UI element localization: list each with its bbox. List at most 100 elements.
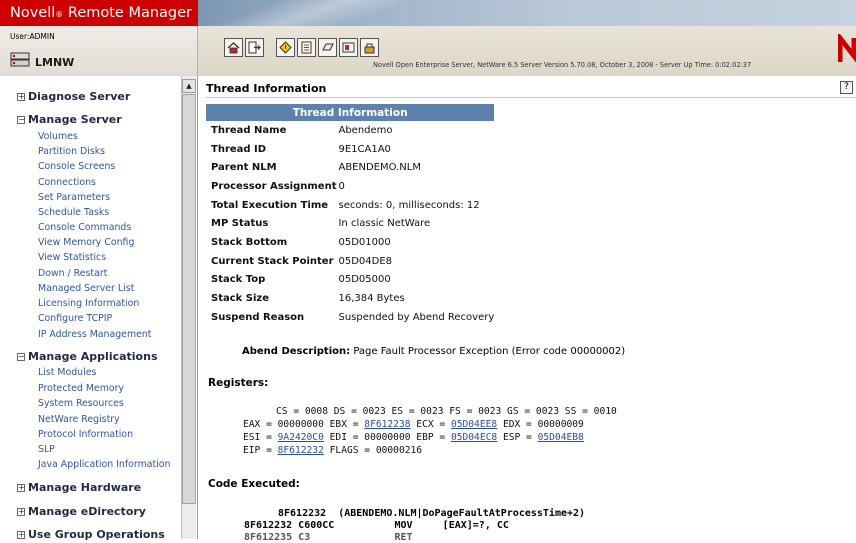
section-label: Manage Hardware [28,481,142,494]
register-text: ESI = [243,432,278,443]
sidebar-section-manage-edirectory[interactable]: + Manage eDirectory [17,505,146,518]
register-text: EDX = 00000009 [497,419,584,430]
table-row: Stack Bottom 05D01000 [206,233,494,252]
register-text: ESP = [497,432,538,443]
expand-icon[interactable]: + [17,531,25,539]
esp-link[interactable]: 05D04EB8 [538,432,584,443]
console-icon[interactable] [339,38,358,57]
toolbar-group-tools [276,38,379,58]
sidebar-item-configure-tcpip[interactable]: Configure TCPIP [38,313,112,324]
row-value: 0 [338,180,345,192]
thread-info-table: Thread Information Thread Name Abendemo T… [206,104,495,327]
row-key: Stack Top [211,274,266,286]
row-key: Current Stack Pointer [211,255,334,267]
register-line-esi: ESI = 9A2420C0 EDI = 00000000 EBP = 05D0… [243,432,584,443]
row-value: 05D04DE8 [338,255,393,267]
register-text: EAX = 00000000 EBX = [243,419,365,430]
sidebar-item-connections[interactable]: Connections [38,177,96,188]
section-label: Manage eDirectory [28,505,146,518]
help-icon[interactable]: ? [840,81,853,94]
sidebar-item-netware-registry[interactable]: NetWare Registry [38,414,120,425]
sidebar-item-schedule-tasks[interactable]: Schedule Tasks [38,207,109,218]
table-row: Suspend Reason Suspended by Abend Recover… [206,308,494,327]
register-text: EIP = [243,445,278,456]
sidebar-item-java-application-information[interactable]: Java Application Information [38,459,170,470]
server-info: Novell Open Enterprise Server, NetWare 6… [373,61,752,69]
sidebar-section-manage-hardware[interactable]: + Manage Hardware [17,481,141,494]
sidebar-item-ip-address-management[interactable]: IP Address Management [38,329,151,340]
sidebar-section-manage-applications[interactable]: − Manage Applications [17,350,158,363]
ecx-link[interactable]: 05D04EE8 [451,419,497,430]
row-key: Thread ID [211,143,267,155]
collapse-icon[interactable]: − [17,116,25,124]
register-line-eax: EAX = 00000000 EBX = 8F612238 ECX = 05D0… [243,419,584,430]
row-key: Parent NLM [211,162,277,174]
row-key: MP Status [211,218,269,230]
sidebar-item-list-modules[interactable]: List Modules [38,367,96,378]
expand-icon[interactable]: + [17,484,25,492]
sidebar-item-set-parameters[interactable]: Set Parameters [38,192,110,203]
table-row: Stack Top 05D05000 [206,271,494,290]
row-value: seconds: 0, milliseconds: 12 [338,199,480,211]
sidebar-section-manage-server[interactable]: − Manage Server [17,113,122,126]
sidebar-item-licensing-information[interactable]: Licensing Information [38,298,139,309]
sidebar-item-down-restart[interactable]: Down / Restart [38,268,107,279]
eip-link[interactable]: 8F612232 [278,445,324,456]
server-icon [10,52,30,67]
sidebar-item-view-statistics[interactable]: View Statistics [38,252,106,263]
row-key: Total Execution Time [211,199,329,211]
register-line-segments: CS = 0008 DS = 0023 ES = 0023 FS = 0023 … [276,406,617,417]
section-label: Manage Server [28,113,122,126]
sidebar-item-console-screens[interactable]: Console Screens [38,161,115,172]
sidebar-item-volumes[interactable]: Volumes [38,131,78,142]
row-value: 9E1CA1A0 [338,143,391,155]
sidebar-item-managed-server-list[interactable]: Managed Server List [38,283,134,294]
config-icon[interactable] [297,38,316,57]
sidebar-section-use-group-operations[interactable]: + Use Group Operations [17,528,165,541]
row-key: Suspend Reason [211,311,305,323]
table-header: Thread Information [206,104,495,121]
brand-logo[interactable]: Novell® Remote Manager [0,0,198,26]
row-key: Stack Size [211,293,270,305]
brand-suffix: Remote Manager [63,5,193,21]
row-value: ABENDEMO.NLM [338,162,421,174]
row-value: Abendemo [338,124,393,136]
banner-swoosh [198,0,398,26]
sidebar-item-partition-disks[interactable]: Partition Disks [38,146,105,157]
volume-icon[interactable] [318,38,337,57]
abend-value: Page Fault Processor Exception (Error co… [353,346,626,357]
table-row: Parent NLM ABENDEMO.NLM [206,158,494,177]
table-row: Processor Assignment 0 [206,177,494,196]
table-row: Current Stack Pointer 05D04DE8 [206,252,494,271]
novell-logo-icon [838,34,856,63]
sidebar-section-diagnose-server[interactable]: + Diagnose Server [17,90,130,103]
expand-icon[interactable]: + [17,93,25,101]
esi-link[interactable]: 9A2420C0 [278,432,324,443]
section-label: Use Group Operations [28,528,165,541]
section-label: Manage Applications [28,350,158,363]
section-label: Diagnose Server [28,90,131,103]
health-icon[interactable] [276,38,295,57]
collapse-icon[interactable]: − [17,353,25,361]
toolbar-group-nav [224,38,264,58]
ebx-link[interactable]: 8F612238 [364,419,410,430]
scroll-up-arrow-icon[interactable]: ▲ [182,79,196,93]
code-executed-label: Code Executed: [208,478,300,490]
row-key: Stack Bottom [211,236,288,248]
table-row: Total Execution Time seconds: 0, millisec… [206,196,494,215]
scroll-thumb[interactable] [182,94,196,504]
sidebar-item-protected-memory[interactable]: Protected Memory [38,383,124,394]
sidebar-item-protocol-information[interactable]: Protocol Information [38,429,133,440]
home-icon[interactable] [224,38,243,57]
sidebar-item-console-commands[interactable]: Console Commands [38,222,131,233]
ebp-link[interactable]: 05D04EC8 [451,432,497,443]
server-name[interactable]: LMNW [35,56,74,69]
admin-icon[interactable] [360,38,379,57]
exit-icon[interactable] [245,38,264,57]
sidebar-scrollbar[interactable]: ▲ [181,76,196,539]
sidebar-item-slp[interactable]: SLP [38,444,55,455]
abend-label: Abend Description: [242,346,351,357]
sidebar-item-system-resources[interactable]: System Resources [38,398,124,409]
expand-icon[interactable]: + [17,508,25,516]
sidebar-item-view-memory-config[interactable]: View Memory Config [38,237,134,248]
